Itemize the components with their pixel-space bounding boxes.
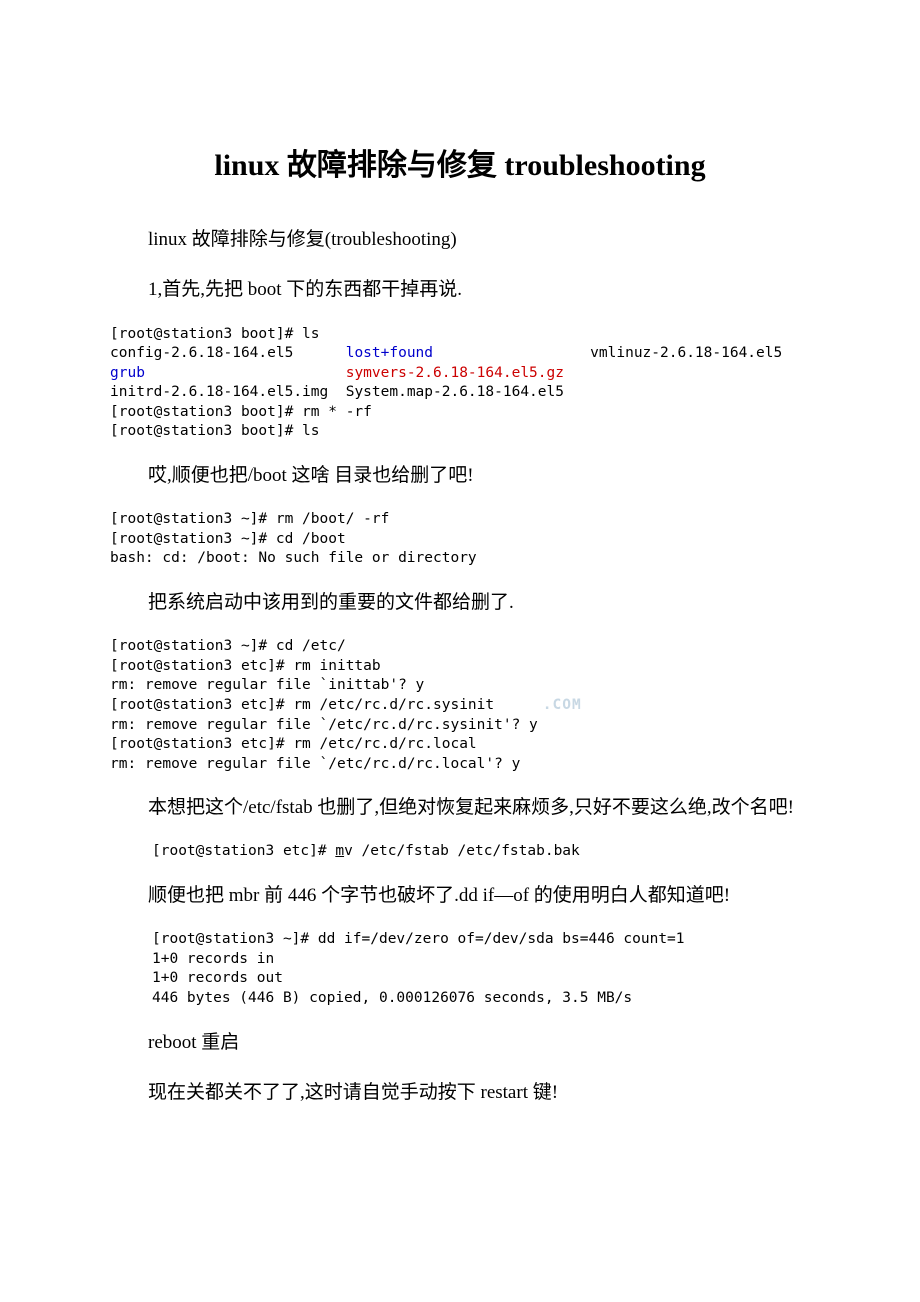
terminal-file: initrd-2.6.18-164.el5.img xyxy=(110,384,328,400)
paragraph: 1,首先,先把 boot 下的东西都干掉再说. xyxy=(110,274,810,306)
terminal-block: [root@station3 boot]# ls config-2.6.18-1… xyxy=(110,325,810,442)
terminal-archive: symvers-2.6.18-164.el5.gz xyxy=(346,365,564,381)
terminal-line: [root@station3 boot]# rm * -rf xyxy=(110,404,372,420)
paragraph: 现在关都关不了了,这时请自觉手动按下 restart 键! xyxy=(110,1077,810,1109)
terminal-line: [root@station3 etc]# rm inittab xyxy=(110,658,381,674)
terminal-line: [root@station3 boot]# ls xyxy=(110,423,320,439)
terminal-line: [root@station3 etc]# xyxy=(152,843,335,859)
terminal-line: [root@station3 etc]# rm /etc/rc.d/rc.sys… xyxy=(110,697,494,713)
terminal-block: [root@station3 ~]# cd /etc/ [root@statio… xyxy=(110,637,810,774)
terminal-line: v /etc/fstab /etc/fstab.bak xyxy=(344,843,580,859)
terminal-block: [root@station3 etc]# mv /etc/fstab /etc/… xyxy=(110,842,810,862)
terminal-dir: lost+found xyxy=(346,345,433,361)
terminal-dir: grub xyxy=(110,365,145,381)
terminal-line: rm: remove regular file `/etc/rc.d/rc.lo… xyxy=(110,756,520,772)
paragraph: 把系统启动中该用到的重要的文件都给删了. xyxy=(110,587,810,619)
terminal-line: [root@station3 boot]# ls xyxy=(110,326,320,342)
terminal-file: vmlinuz-2.6.18-164.el5 xyxy=(590,345,782,361)
terminal-block: [root@station3 ~]# dd if=/dev/zero of=/d… xyxy=(110,930,810,1008)
terminal-line: rm: remove regular file `/etc/rc.d/rc.sy… xyxy=(110,717,538,733)
terminal-line: rm: remove regular file `inittab'? y xyxy=(110,677,424,693)
terminal-line: [root@station3 etc]# rm /etc/rc.d/rc.loc… xyxy=(110,736,477,752)
document-page: linux 故障排除与修复 troubleshooting linux 故障排除… xyxy=(0,0,920,1187)
terminal-line: [root@station3 ~]# cd /boot xyxy=(110,531,346,547)
paragraph: reboot 重启 xyxy=(110,1027,810,1059)
terminal-line: [root@station3 ~]# cd /etc/ xyxy=(110,638,346,654)
terminal-line: 1+0 records out xyxy=(152,970,283,986)
terminal-block: [root@station3 ~]# rm /boot/ -rf [root@s… xyxy=(110,510,810,569)
terminal-line: [root@station3 ~]# dd if=/dev/zero of=/d… xyxy=(152,931,685,947)
paragraph: 顺便也把 mbr 前 446 个字节也破坏了.dd if—of 的使用明白人都知… xyxy=(110,880,810,912)
page-title: linux 故障排除与修复 troubleshooting xyxy=(110,140,810,184)
paragraph: 本想把这个/etc/fstab 也删了,但绝对恢复起来麻烦多,只好不要这么绝,改… xyxy=(110,792,810,824)
terminal-line: [root@station3 ~]# rm /boot/ -rf xyxy=(110,511,389,527)
terminal-file: config-2.6.18-164.el5 xyxy=(110,345,293,361)
terminal-cursor-char: m xyxy=(335,843,344,859)
terminal-line: bash: cd: /boot: No such file or directo… xyxy=(110,550,477,566)
terminal-line: 446 bytes (446 B) copied, 0.000126076 se… xyxy=(152,990,632,1006)
paragraph: linux 故障排除与修复(troubleshooting) xyxy=(110,224,810,256)
paragraph: 哎,顺便也把/boot 这啥 目录也给删了吧! xyxy=(110,460,810,492)
watermark: .COM xyxy=(494,697,582,713)
terminal-file: System.map-2.6.18-164.el5 xyxy=(346,384,564,400)
terminal-line: 1+0 records in xyxy=(152,951,274,967)
